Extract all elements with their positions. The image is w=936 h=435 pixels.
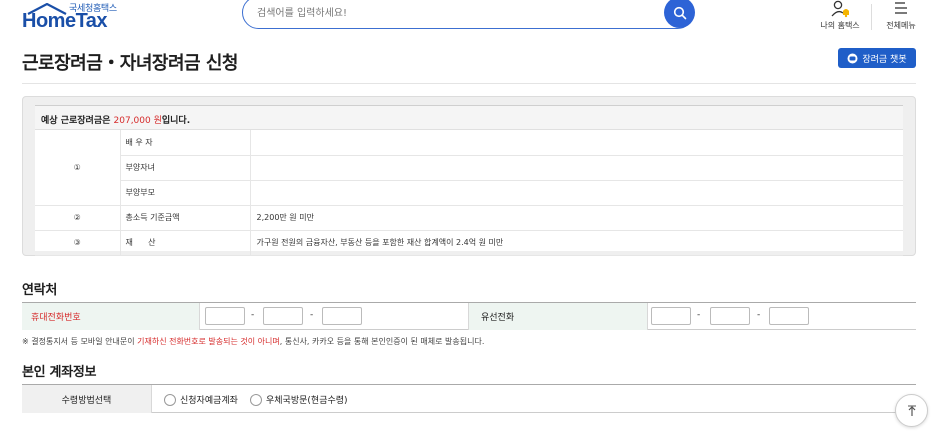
criteria-value [250,130,903,156]
criteria-number: ② [35,205,121,231]
receive-method-label: 수령방법선택 [22,385,152,413]
criteria-value [250,155,903,181]
chatbot-button-label: 장려금 챗봇 [862,54,907,65]
table-row: ② 총소득 기준금액 2,200만 원 미만 [35,205,903,231]
dash: - [251,310,255,320]
radio-circle[interactable] [250,393,262,406]
search-bar [242,0,694,29]
scroll-top-button[interactable] [895,394,928,427]
radio-circle[interactable] [164,393,176,406]
mobile-phone-label: 휴대전화번호 [22,303,200,330]
landline-part1[interactable] [651,307,691,325]
criteria-value: 2,200만 원 미만 [250,205,903,231]
account-row: 수령방법선택 신청자예금계좌 우체국방문(현금수령) [22,384,916,413]
contact-notice: ※ 결정통지서 등 모바일 안내문이 기재하신 전화번호로 발송되는 것이 아니… [22,336,484,347]
landline-label: 유선전화 [468,303,648,330]
all-menu-label: 전체메뉴 [886,21,916,30]
criteria-number: ① [35,130,121,206]
notice-prefix: ※ 결정통지서 등 모바일 안내문이 [22,337,138,346]
criteria-table: ① 배 우 자 부양자녀 부양부모 ② 총소득 기준금액 2,200만 원 미만… [35,130,903,256]
estimate-table-wrapper: 예상 근로장려금은 207,000 원입니다. ① 배 우 자 부양자녀 부양부… [35,105,903,256]
estimate-suffix: 입니다. [161,116,191,126]
chatbot-icon [847,53,858,63]
chatbot-button[interactable]: 장려금 챗봇 [838,48,916,68]
radio-post-office-label: 우체국방문(현금수령) [266,396,348,406]
search-icon [673,6,686,19]
table-row: 부양부모 [35,180,903,206]
header: 국세청홈택스 HomeTax 나의 홈택스 전체메뉴 [0,0,936,36]
search-button[interactable] [664,0,695,28]
table-row: ① 배 우 자 [35,130,903,206]
criteria-label: 총소득 기준금액 [120,205,251,231]
table-row: 부양자녀 [35,155,903,181]
criteria-label: 부양부모 [120,180,251,206]
criteria-value [250,180,903,206]
criteria-label: 재 산 [120,230,251,256]
page-title: 근로장려금・자녀장려금 신청 [22,53,239,74]
criteria-value: 가구원 전원의 금융자산, 부동산 등을 포함한 재산 합계액이 2.4억 원 … [250,230,903,256]
mobile-phone-part3[interactable] [322,307,362,325]
estimate-prefix: 예상 근로장려금은 [41,116,114,126]
estimate-panel: 예상 근로장려금은 207,000 원입니다. ① 배 우 자 부양자녀 부양부… [22,96,916,256]
criteria-label: 부양자녀 [120,155,251,181]
notice-highlight: 기재하신 전화번호로 발송되는 것이 아니며 [137,337,280,346]
user-bell-icon [831,0,849,18]
title-divider [22,83,916,84]
dash: - [697,310,701,320]
radio-bank-account[interactable]: 신청자예금계좌 [164,393,238,406]
my-hometax-button[interactable]: 나의 홈택스 [818,0,862,34]
account-section-title: 본인 계좌정보 [22,365,97,380]
mobile-phone-part1[interactable] [205,307,245,325]
hamburger-icon [895,2,907,14]
estimate-summary: 예상 근로장려금은 207,000 원입니다. [35,106,903,130]
landline-part2[interactable] [710,307,750,325]
header-divider [871,4,872,30]
table-row: ③ 재 산 가구원 전원의 금융자산, 부동산 등을 포함한 재산 합계액이 2… [35,230,903,256]
radio-post-office[interactable]: 우체국방문(현금수령) [250,393,348,406]
mobile-phone-part2[interactable] [263,307,303,325]
dash: - [757,310,761,320]
arrow-up-icon [907,405,916,416]
radio-bank-account-label: 신청자예금계좌 [180,396,238,406]
criteria-label: 배 우 자 [120,130,251,156]
all-menu-button[interactable]: 전체메뉴 [882,0,920,34]
contact-section-title: 연락처 [22,283,57,298]
hometax-logo[interactable]: 국세청홈택스 HomeTax [22,0,122,32]
notice-suffix: , 통신사, 카카오 등을 통해 본인인증이 된 매체로 발송됩니다. [279,337,485,346]
criteria-number: ③ [35,230,121,256]
my-hometax-label: 나의 홈택스 [820,21,860,30]
logo-text: HomeTax [22,10,108,32]
search-input[interactable] [257,3,657,23]
contact-row: 휴대전화번호 - - 유선전화 - - [22,302,916,330]
estimate-amount: 207,000 원 [113,116,162,126]
dash: - [310,310,314,320]
landline-part3[interactable] [769,307,809,325]
